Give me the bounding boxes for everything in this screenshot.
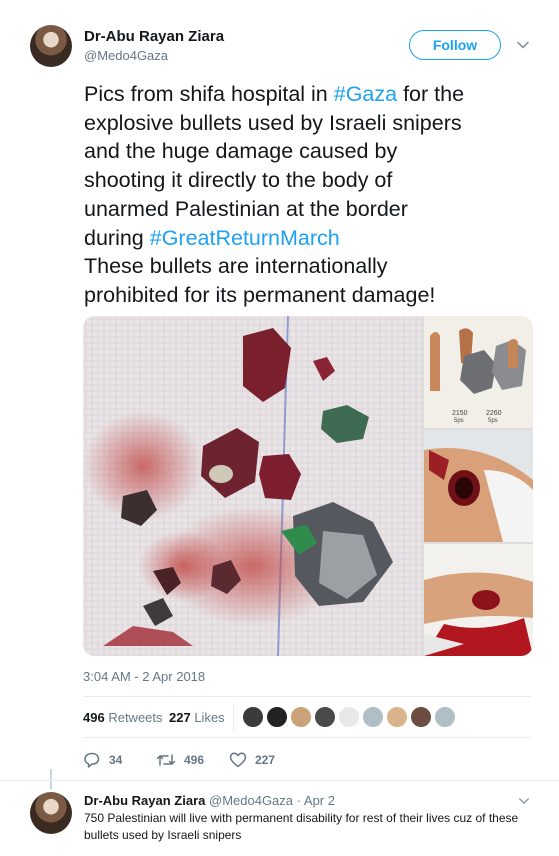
tweet-text-line: shooting it directly to the body of [84,166,534,195]
retweet-icon [156,754,176,766]
divider-bottom [83,737,531,738]
author-handle[interactable]: @Medo4Gaza [84,48,168,63]
hashtag-link[interactable]: #Gaza [334,82,397,106]
reply-action[interactable]: 34 [83,748,122,772]
tweet-text-line: Pics from shifa hospital in #Gaza for th… [84,80,534,109]
reply-chevron-down-icon[interactable] [518,795,530,807]
tweet-text-line: explosive bullets used by Israeli sniper… [84,109,534,138]
retweet-action[interactable]: 496 [156,748,204,772]
reply-date[interactable]: Apr 2 [304,793,335,808]
tweet-header: Dr-Abu Rayan Ziara @Medo4Gaza Follow [0,0,559,80]
media-photo-bullet-fragments[interactable] [83,316,422,656]
likes-count: 227 [169,710,191,725]
chevron-down-icon[interactable] [516,38,530,52]
text-segment: These bullets are internationally [84,254,388,279]
liker-avatar[interactable] [314,706,336,728]
liker-avatar[interactable] [434,706,456,728]
author-avatar[interactable] [30,25,72,67]
liker-avatar[interactable] [290,706,312,728]
liker-avatar[interactable] [386,706,408,728]
text-segment: during [84,225,150,250]
text-segment: for the [397,82,465,106]
stats-separator [233,703,234,731]
tweet-text-line: prohibited for its permanent damage! [84,281,534,310]
text-segment: unarmed Palestinian at the border [84,196,408,221]
retweet-count: 496 [184,753,205,767]
hashtag-link[interactable]: #GreatReturnMarch [150,226,340,250]
reply-icon [84,752,100,768]
tweet-text-line: These bullets are internationally [84,252,534,281]
likes-label: Likes [194,710,225,725]
heart-icon [229,752,247,768]
bullet-sub-2: 5ps [488,418,498,424]
text-segment: prohibited for its permanent damage! [84,282,436,307]
reply-text: 750 Palestinian will live with permanent… [84,811,519,842]
liker-avatar[interactable] [362,706,384,728]
tweet-text-line: unarmed Palestinian at the border [84,195,534,224]
follow-button[interactable]: Follow [409,30,501,60]
bullet-sub-1: 5ps [454,418,464,424]
text-segment: explosive bullets used by Israeli sniper… [84,110,462,135]
text-segment: shooting it directly to the body of [84,168,393,193]
bullet-label-1: 2150 [452,410,468,417]
tweet-timestamp[interactable]: 3:04 AM - 2 Apr 2018 [83,669,205,684]
media-photo-bullets[interactable] [424,316,533,428]
engagement-stats: 496 Retweets 227 Likes [83,697,531,737]
retweets-count: 496 [83,710,105,725]
reply-author-name[interactable]: Dr-Abu Rayan Ziara [84,793,205,808]
tweet-text-line: during #GreatReturnMarch [84,224,534,253]
tweet-text: Pics from shifa hospital in #Gaza for th… [84,80,534,310]
tweet-actions: 34 496 227 [83,748,383,772]
reply-tweet[interactable]: Dr-Abu Rayan Ziara @Medo4Gaza · Apr 2 75… [0,780,559,856]
liker-avatar[interactable] [410,706,432,728]
author-name[interactable]: Dr-Abu Rayan Ziara [84,28,224,45]
like-count: 227 [255,753,276,767]
text-segment: Pics from shifa hospital in [84,82,334,106]
retweets-stat[interactable]: 496 Retweets [83,710,163,725]
media-photo-wound-leg[interactable] [424,544,533,656]
bullet-label-2: 2260 [486,410,502,417]
like-action[interactable]: 227 [229,748,275,772]
reply-header: Dr-Abu Rayan Ziara @Medo4Gaza · Apr 2 [84,793,335,808]
liker-avatar[interactable] [242,706,264,728]
reply-author-avatar[interactable] [30,792,72,834]
text-segment: and the huge damage caused by [84,139,398,164]
tweet-text-line: and the huge damage caused by [84,137,534,166]
liker-avatar[interactable] [266,706,288,728]
reply-author-handle[interactable]: @Medo4Gaza [209,793,293,808]
likes-stat[interactable]: 227 Likes [169,710,225,725]
retweets-label: Retweets [108,710,163,725]
reply-count: 34 [109,753,123,767]
tweet-media[interactable]: 2150 5ps 2260 5ps [83,316,533,656]
reply-separator: · [296,793,301,808]
media-photo-wound-arm[interactable] [424,430,533,542]
liker-avatar[interactable] [338,706,360,728]
